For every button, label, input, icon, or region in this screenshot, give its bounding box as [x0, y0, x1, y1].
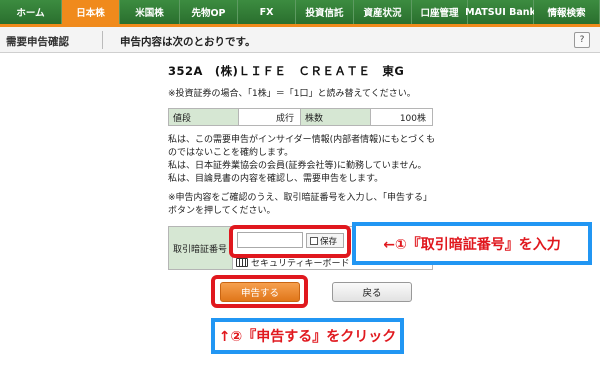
price-label: 値段	[169, 109, 239, 125]
header-divider	[102, 31, 103, 49]
declaration-item: 私は、日本証券業協会の会員(証券会社等)に勤務していません。	[168, 161, 427, 171]
confirm-note: ※申告内容をご確認のうえ、取引暗証番号を入力し、「申告する」ボタンを押してくださ…	[168, 193, 433, 216]
qty-label: 株数	[301, 109, 371, 125]
tab-account[interactable]: 口座管理	[412, 0, 468, 24]
top-nav: ホーム 日本株 米国株 先物OP FX 投資信託 資産状況 口座管理 MATSU…	[0, 0, 600, 27]
price-value: 成行	[239, 109, 301, 125]
tab-info-search[interactable]: 情報検索	[534, 0, 600, 24]
declarations: 私は、この需要申告がインサイダー情報(内部者情報)にもとづくものではないことを確…	[168, 134, 438, 186]
page-title: 需要申告確認	[6, 36, 69, 48]
declaration-item: 私は、この需要申告がインサイダー情報(内部者情報)にもとづくものではないことを確…	[168, 135, 436, 158]
header-message: 申告内容は次のとおりです。	[120, 36, 256, 48]
stock-title: 352A (株)ＬＩＦＥ ＣＲＥＡＴＥ 東G	[168, 64, 405, 78]
help-button[interactable]: ?	[574, 32, 590, 48]
step1-callout: ←①『取引暗証番号』を入力	[352, 222, 592, 265]
tab-us-stock[interactable]: 米国株	[120, 0, 180, 24]
step2-callout: ↑②『申告する』をクリック	[211, 318, 404, 354]
sub-header: 需要申告確認 申告内容は次のとおりです。 ?	[0, 27, 600, 53]
tab-futures-options[interactable]: 先物OP	[180, 0, 238, 24]
tab-fx[interactable]: FX	[238, 0, 296, 24]
tab-investment-trust[interactable]: 投資信託	[296, 0, 354, 24]
submit-highlight	[211, 275, 308, 308]
unit-note: ※投資証券の場合、「1株」＝「1口」と読み替えてください。	[168, 89, 416, 99]
tab-home[interactable]: ホーム	[0, 0, 62, 24]
keyboard-icon	[236, 258, 248, 267]
tab-matsui-bank[interactable]: MATSUI Bank	[465, 0, 536, 24]
declaration-item: 私は、目論見書の内容を確認し、需要申告をします。	[168, 174, 384, 184]
order-table: 値段 成行 株数 100株	[168, 108, 433, 126]
pin-label: 取引暗証番号	[169, 227, 233, 269]
pin-highlight	[229, 225, 351, 258]
qty-value: 100株	[399, 113, 426, 124]
back-button[interactable]: 戻る	[332, 282, 412, 302]
tab-japan-stock[interactable]: 日本株	[62, 0, 120, 24]
tab-assets[interactable]: 資産状況	[354, 0, 412, 24]
